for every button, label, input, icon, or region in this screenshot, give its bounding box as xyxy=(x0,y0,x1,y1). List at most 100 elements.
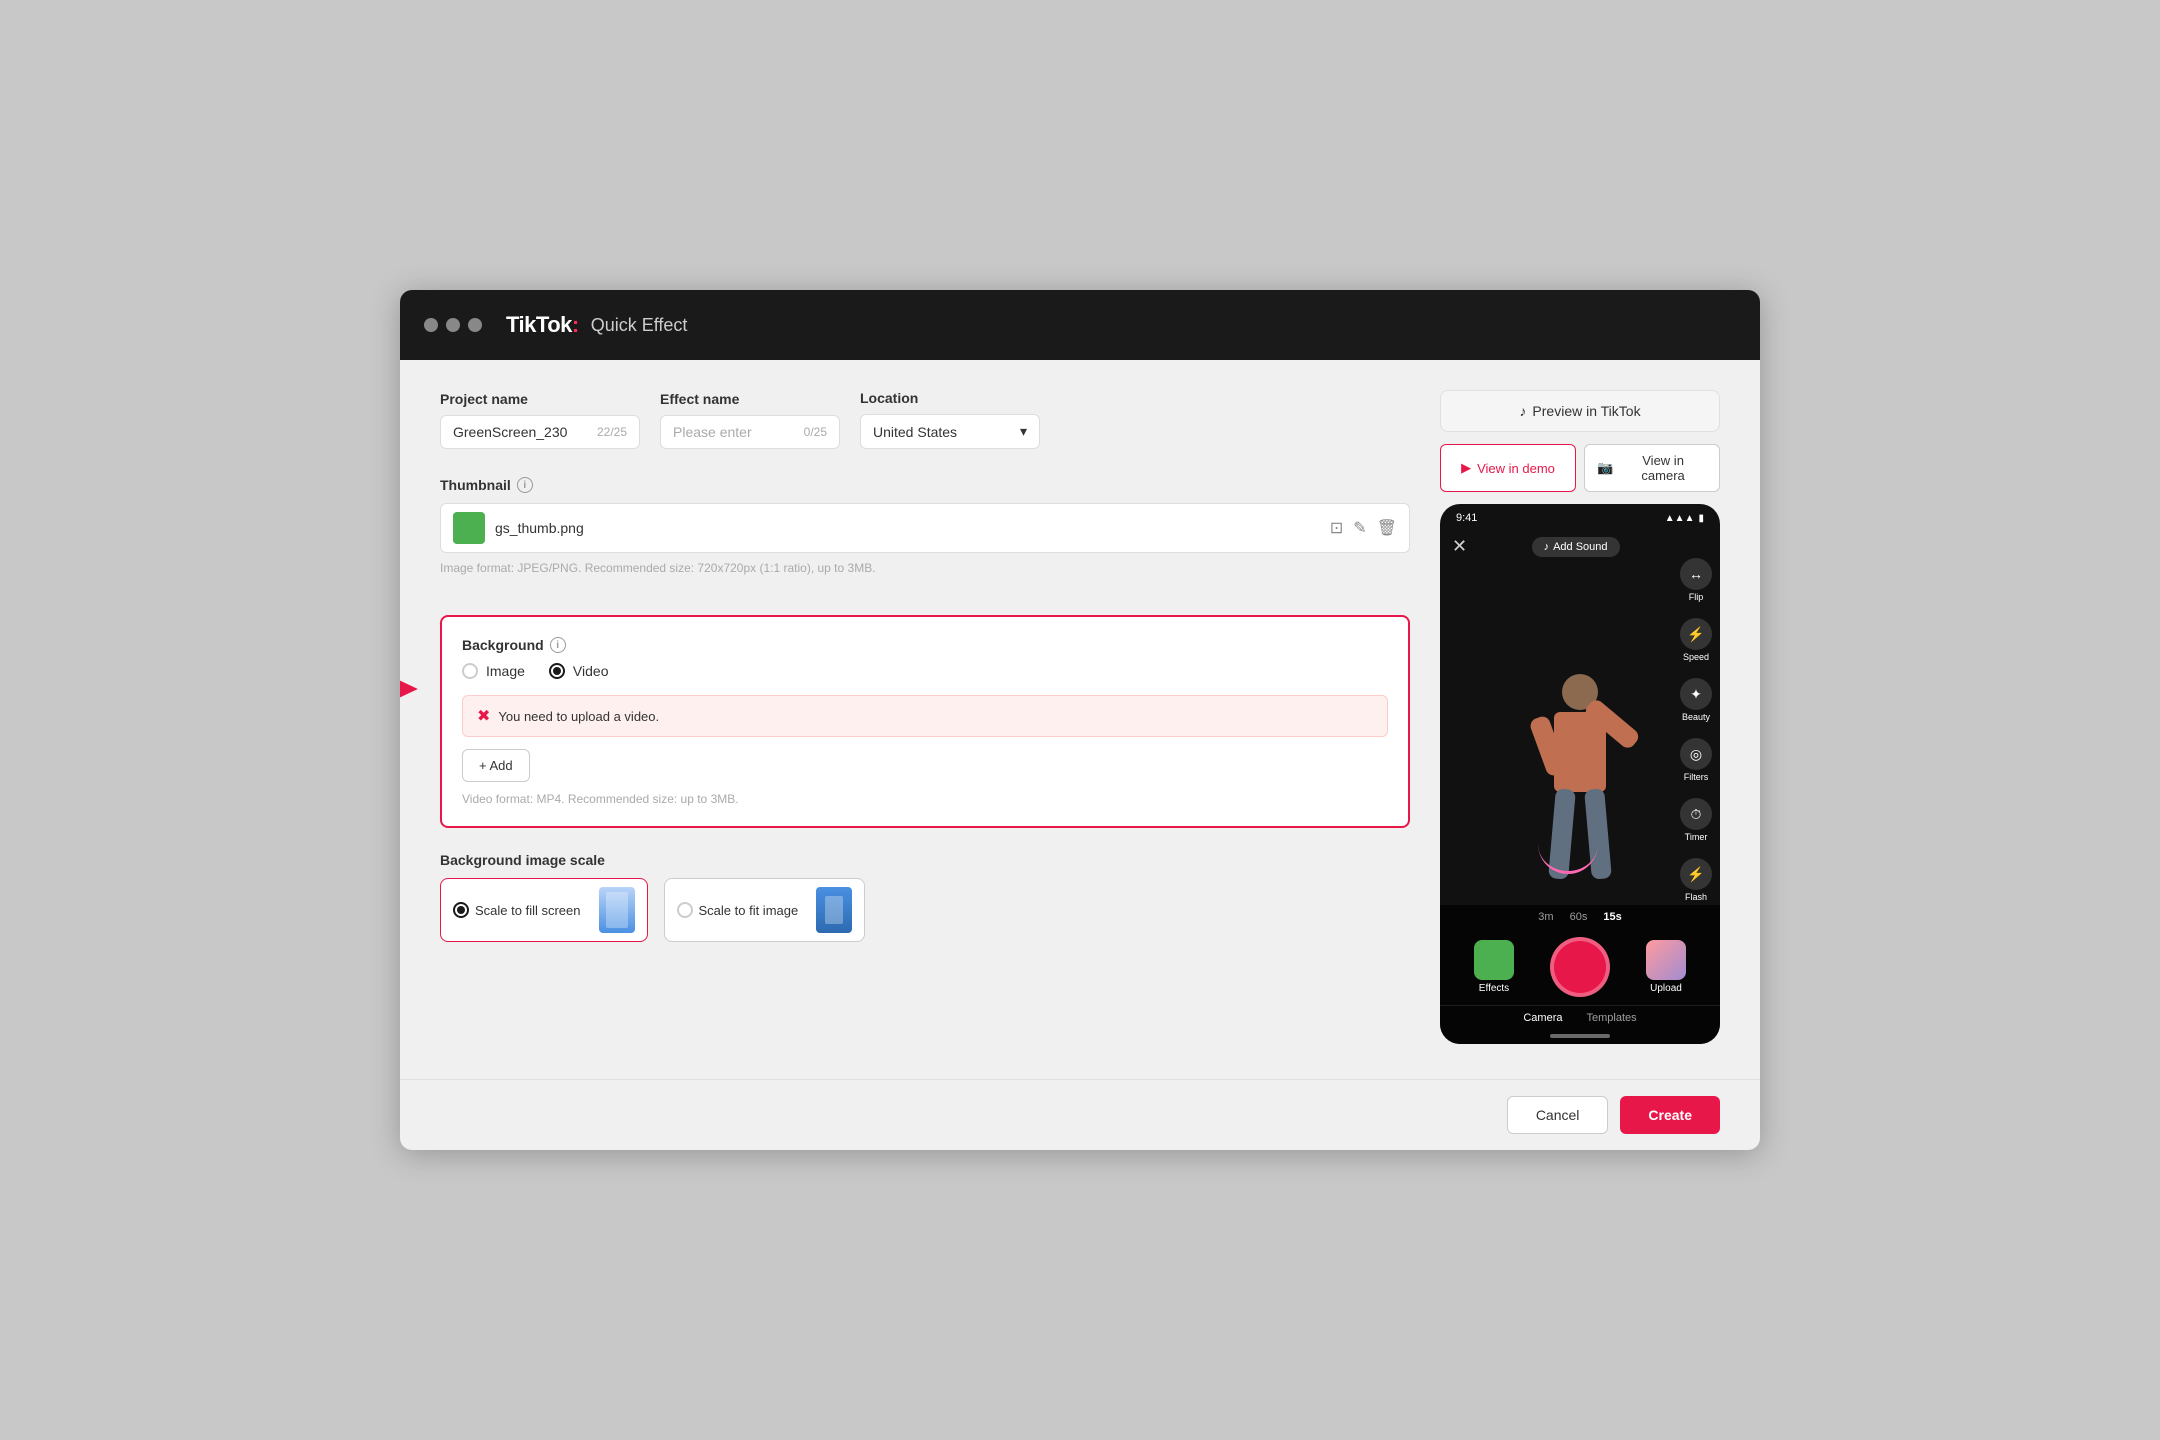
thumbnail-info-icon[interactable]: i xyxy=(517,477,533,493)
timer-icon-item[interactable]: ⏱ Timer xyxy=(1680,798,1712,842)
traffic-light-minimize[interactable] xyxy=(446,318,460,332)
thumbnail-filename: gs_thumb.png xyxy=(495,520,1320,536)
background-label: Background i xyxy=(462,637,1388,653)
project-name-count: 22/25 xyxy=(597,425,627,439)
effects-icon xyxy=(1474,940,1514,980)
filters-label: Filters xyxy=(1684,772,1709,782)
cancel-button[interactable]: Cancel xyxy=(1507,1096,1609,1134)
timer-bar: 3m 60s 15s xyxy=(1440,905,1720,929)
title-bar: TikTok: Quick Effect xyxy=(400,290,1760,360)
home-indicator xyxy=(1550,1034,1610,1038)
camera-tabs: Camera Templates xyxy=(1440,1005,1720,1030)
location-value: United States xyxy=(873,424,957,440)
demo-icon: ▶ xyxy=(1461,460,1471,476)
phone-signals: ▲▲▲ ▮ xyxy=(1665,513,1704,524)
phone-close-icon: ✕ xyxy=(1452,536,1467,557)
error-text: You need to upload a video. xyxy=(498,709,659,724)
project-name-input[interactable]: GreenScreen_230 22/25 xyxy=(440,415,640,449)
scale-fit-radio xyxy=(677,902,693,918)
flash-icon-item[interactable]: ⚡ Flash xyxy=(1680,858,1712,902)
radio-video-dot xyxy=(553,667,561,675)
background-section: Background i Image Video xyxy=(440,615,1410,828)
thumbnail-actions: ⊡ ✎ 🗑 xyxy=(1330,518,1397,538)
filters-icon-item[interactable]: ◎ Filters xyxy=(1680,738,1712,782)
right-panel: ♪ Preview in TikTok ▶ View in demo 📷 Vie… xyxy=(1440,390,1720,1049)
flash-icon: ⚡ xyxy=(1680,858,1712,890)
music-note-icon: ♪ xyxy=(1519,403,1526,419)
thumbnail-view-icon[interactable]: ⊡ xyxy=(1330,518,1343,538)
radio-video-option[interactable]: Video xyxy=(549,663,609,679)
scale-fill-label: Scale to fill screen xyxy=(453,902,581,918)
create-button[interactable]: Create xyxy=(1620,1096,1720,1134)
scale-fit-label: Scale to fit image xyxy=(677,902,799,918)
project-name-value: GreenScreen_230 xyxy=(453,424,567,440)
main-content: ➤ Project name GreenScreen_230 22/25 Eff… xyxy=(400,360,1760,1079)
beauty-icon-item[interactable]: ✦ Beauty xyxy=(1680,678,1712,722)
arrow-pointer: ➤ xyxy=(400,665,420,713)
speed-icon-item[interactable]: ⚡ Speed xyxy=(1680,618,1712,662)
upload-label: Upload xyxy=(1650,983,1682,994)
flip-icon-item[interactable]: ↔ Flip xyxy=(1680,558,1712,602)
add-sound-button[interactable]: ♪ Add Sound xyxy=(1532,537,1620,557)
timer-15s[interactable]: 15s xyxy=(1603,911,1621,923)
scale-section: Background image scale Scale to fill scr… xyxy=(440,852,1410,942)
location-group: Location United States ▾ xyxy=(860,390,1040,449)
tiktok-colon: : xyxy=(572,312,579,337)
timer-3m[interactable]: 3m xyxy=(1538,911,1553,923)
scale-fill-icon xyxy=(599,887,635,933)
phone-status-bar: 9:41 ▲▲▲ ▮ xyxy=(1440,504,1720,528)
timer-60s[interactable]: 60s xyxy=(1570,911,1588,923)
upload-icon xyxy=(1646,940,1686,980)
left-panel: ➤ Project name GreenScreen_230 22/25 Eff… xyxy=(440,390,1410,1049)
thumbnail-delete-icon[interactable]: 🗑 xyxy=(1377,518,1397,538)
record-button[interactable] xyxy=(1550,937,1610,997)
timer-label: Timer xyxy=(1685,832,1708,842)
templates-tab[interactable]: Templates xyxy=(1586,1012,1636,1024)
error-alert: ✖ You need to upload a video. xyxy=(462,695,1388,737)
scale-fill-option[interactable]: Scale to fill screen xyxy=(440,878,648,942)
project-name-group: Project name GreenScreen_230 22/25 xyxy=(440,391,640,449)
beauty-label: Beauty xyxy=(1682,712,1710,722)
traffic-light-maximize[interactable] xyxy=(468,318,482,332)
effect-name-group: Effect name Please enter 0/25 xyxy=(660,391,840,449)
view-camera-button[interactable]: 📷 View in camera xyxy=(1584,444,1720,492)
flash-label: Flash xyxy=(1685,892,1707,902)
thumbnail-label: Thumbnail i xyxy=(440,477,1410,493)
effect-name-input[interactable]: Please enter 0/25 xyxy=(660,415,840,449)
wifi-icon: ▲▲▲ xyxy=(1665,513,1695,524)
camera-icon: 📷 xyxy=(1597,460,1613,476)
camera-tab[interactable]: Camera xyxy=(1523,1012,1562,1024)
upload-button[interactable]: Upload xyxy=(1646,940,1686,994)
thumbnail-edit-icon[interactable]: ✎ xyxy=(1353,518,1366,538)
preview-title: Preview in TikTok xyxy=(1532,403,1640,419)
scale-fit-option[interactable]: Scale to fit image xyxy=(664,878,866,942)
filters-icon: ◎ xyxy=(1680,738,1712,770)
speed-label: Speed xyxy=(1683,652,1709,662)
project-name-label: Project name xyxy=(440,391,640,407)
tiktok-top-bar: ✕ ♪ Add Sound xyxy=(1440,528,1720,565)
view-demo-button[interactable]: ▶ View in demo xyxy=(1440,444,1576,492)
background-radio-group: Image Video xyxy=(462,663,1388,679)
main-window: TikTok: Quick Effect ➤ Project name Gree… xyxy=(400,290,1760,1150)
radio-image-circle xyxy=(462,663,478,679)
speed-icon: ⚡ xyxy=(1680,618,1712,650)
effect-name-placeholder: Please enter xyxy=(673,424,752,440)
flip-icon: ↔ xyxy=(1680,558,1712,590)
preview-header: ♪ Preview in TikTok xyxy=(1440,390,1720,432)
thumbnail-section: Thumbnail i gs_thumb.png ⊡ ✎ 🗑 Image for… xyxy=(440,477,1410,595)
effect-name-label: Effect name xyxy=(660,391,840,407)
location-select[interactable]: United States ▾ xyxy=(860,414,1040,449)
scale-label: Background image scale xyxy=(440,852,1410,868)
effects-label: Effects xyxy=(1479,983,1509,994)
thumbnail-preview xyxy=(453,512,485,544)
form-top-row: Project name GreenScreen_230 22/25 Effec… xyxy=(440,390,1410,449)
add-video-button[interactable]: + Add xyxy=(462,749,530,782)
sound-note-icon: ♪ xyxy=(1544,541,1550,553)
effects-button[interactable]: Effects xyxy=(1474,940,1514,994)
tiktok-brand: TikTok: xyxy=(506,312,579,338)
location-label: Location xyxy=(860,390,1040,406)
background-info-icon[interactable]: i xyxy=(550,637,566,653)
traffic-light-close[interactable] xyxy=(424,318,438,332)
radio-image-label: Image xyxy=(486,663,525,679)
radio-image-option[interactable]: Image xyxy=(462,663,525,679)
